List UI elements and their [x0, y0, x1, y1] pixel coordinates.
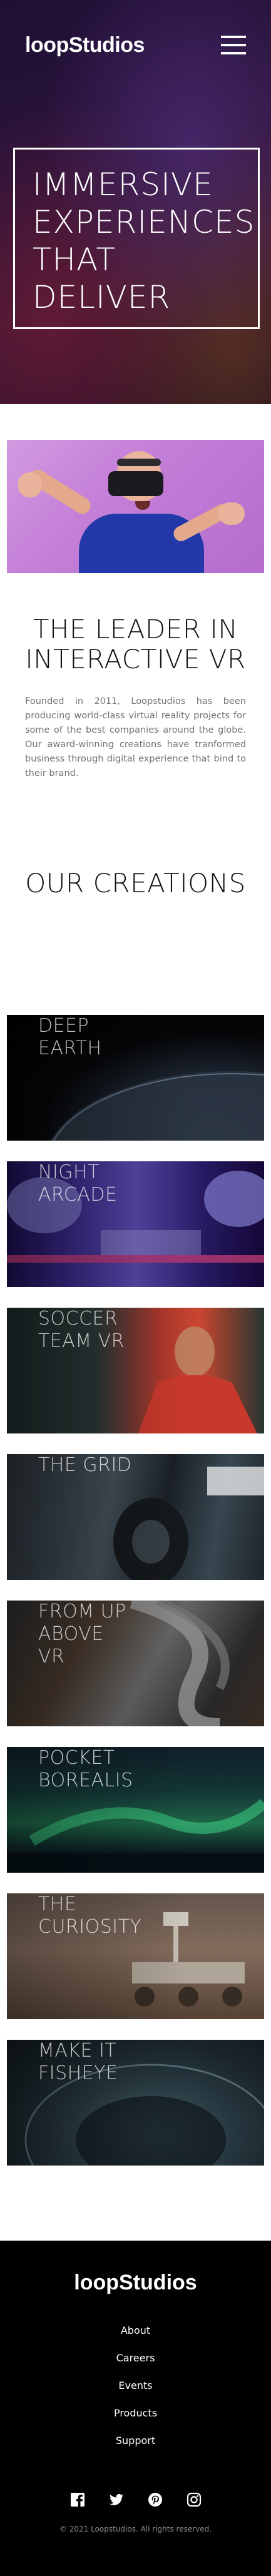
creations-title: Our creations	[25, 868, 246, 899]
vr-person-image	[7, 440, 264, 573]
hamburger-menu-icon[interactable]	[221, 36, 246, 54]
footer-link-products[interactable]: Products	[0, 2400, 271, 2427]
social-links	[0, 2492, 271, 2507]
about-title: The leader in interactive VR	[25, 614, 246, 675]
creation-card-deep-earth[interactable]: Deep earth	[7, 1015, 264, 1141]
twitter-icon[interactable]	[109, 2492, 124, 2507]
instagram-icon[interactable]	[187, 2492, 202, 2507]
site-logo[interactable]: loopStudios	[25, 33, 145, 58]
site-footer: loopStudios About Careers Events Product…	[0, 2241, 271, 2576]
hamburger-bar	[221, 36, 246, 38]
hamburger-bar	[221, 44, 246, 46]
creation-card-make-it-fisheye[interactable]: Make it fisheye	[7, 2040, 264, 2166]
creation-card-title: Soccer team VR	[38, 1308, 125, 1352]
creation-card-soccer-team-vr[interactable]: Soccer team VR	[7, 1308, 264, 1433]
about-section: The leader in interactive VR Founded in …	[0, 404, 271, 781]
creation-card-title: Pocket borealis	[38, 1747, 133, 1791]
illustration-hand	[18, 472, 42, 497]
creation-card-title: Night arcade	[38, 1161, 118, 1206]
facebook-icon[interactable]	[70, 2492, 85, 2507]
creations-section: Our creations Deep earth Night arcade	[0, 868, 271, 2166]
creation-card-title: The curiosity	[38, 1893, 142, 1938]
about-text: Founded in 2011, Loopstudios has been pr…	[25, 696, 246, 778]
creation-card-title: Make it fisheye	[38, 2040, 118, 2084]
footer-link-careers[interactable]: Careers	[0, 2344, 271, 2372]
creation-card-from-up-above-vr[interactable]: From up above VR	[7, 1601, 264, 1726]
footer-navigation: About Careers Events Products Support	[0, 2317, 271, 2455]
hero-section: loopStudios Immersive experiences that d…	[0, 0, 271, 404]
top-navigation: loopStudios	[25, 33, 246, 58]
creation-card-title: From up above VR	[38, 1601, 126, 1667]
creation-card-pocket-borealis[interactable]: Pocket borealis	[7, 1747, 264, 1873]
footer-link-events[interactable]: Events	[0, 2372, 271, 2400]
creation-card-the-grid[interactable]: The grid	[7, 1454, 264, 1580]
vr-headset-icon	[108, 471, 163, 496]
copyright-text: © 2021 Loopstudios. All rights reserved.	[59, 2525, 212, 2533]
hero-title-box: Immersive experiences that deliver	[13, 148, 260, 329]
pinterest-icon[interactable]	[148, 2492, 163, 2507]
footer-logo[interactable]: loopStudios	[0, 2271, 271, 2295]
creation-card-title: The grid	[38, 1454, 132, 1476]
creation-card-title: Deep earth	[38, 1015, 102, 1059]
illustration-headset-strap	[117, 459, 161, 466]
footer-link-support[interactable]: Support	[0, 2427, 271, 2455]
creation-card-night-arcade[interactable]: Night arcade	[7, 1161, 264, 1287]
creations-list: Deep earth Night arcade Soccer team VR	[0, 1015, 271, 2166]
illustration-mouth	[135, 501, 150, 510]
illustration-hand	[218, 502, 245, 525]
hero-title: Immersive experiences that deliver	[33, 166, 255, 315]
hamburger-bar	[221, 52, 246, 54]
footer-link-about[interactable]: About	[0, 2317, 271, 2344]
creation-card-the-curiosity[interactable]: The curiosity	[7, 1893, 264, 2019]
